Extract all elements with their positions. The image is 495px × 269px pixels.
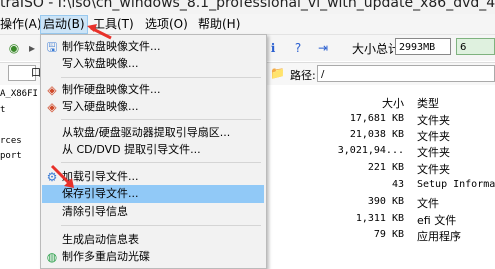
menu-item-write-floppy-image[interactable]: 写入软盘映像... — [42, 55, 264, 73]
file-row-size: 21,038 KB — [349, 129, 404, 140]
file-row-type: 文件夹 — [417, 114, 450, 127]
file-row-size: 390 KB — [367, 196, 404, 207]
boot-menu-dropdown: 🖫 制作软盘映像文件... 写入软盘映像... ◈ 制作硬盘映像文件... ◈ … — [40, 34, 267, 269]
tree-item[interactable]: port — [0, 151, 22, 161]
menu-help[interactable]: 帮助(H) — [198, 16, 240, 32]
menu-item-generate-boot-info-table[interactable]: 生成启动信息表 — [42, 231, 264, 249]
menu-item-clear-boot-info[interactable]: 清除引导信息 — [42, 203, 264, 221]
file-row-type: 文件夹 — [417, 130, 450, 143]
open-icon[interactable]: ▸ — [25, 41, 39, 55]
menu-bar: 操作(A) 启动(B) 工具(T) 选项(O) 帮助(H) — [0, 14, 495, 35]
title-bar: traISO - I:\iso\cn_windows_8.1_professio… — [0, 0, 495, 14]
menu-item-extract-boot-sector[interactable]: 从软盘/硬盘驱动器提取引导扇区... — [42, 124, 264, 142]
help-icon[interactable]: ? — [291, 41, 305, 55]
file-row-type: efi 文件 — [417, 214, 457, 227]
file-row-type: 文件 — [417, 197, 439, 210]
menu-item-make-hdd-image[interactable]: ◈ 制作硬盘映像文件... — [42, 81, 264, 99]
left-path-field[interactable]: 口 — [8, 65, 41, 81]
menu-item-make-multiboot-disc[interactable]: ◍ 制作多重启动光碟 — [42, 248, 264, 266]
file-row-size: 43 — [391, 179, 404, 190]
path-field[interactable]: / — [317, 65, 495, 82]
column-header-size[interactable]: 大小 — [265, 95, 404, 111]
tree-pane: A_X86FI t rces port — [0, 85, 41, 267]
annotation-arrow-icon — [87, 24, 112, 40]
file-row-size: 3,021,94... — [337, 145, 404, 156]
new-icon[interactable]: ◉ — [7, 41, 21, 55]
menu-item-extract-boot-file[interactable]: 从 CD/DVD 提取引导文件... — [42, 141, 264, 159]
menu-item-write-hdd-image[interactable]: ◈ 写入硬盘映像... — [42, 98, 264, 116]
shield-icon: ◈ — [47, 100, 57, 114]
info-icon[interactable]: ℹ — [266, 41, 280, 55]
exit-icon[interactable]: ⇥ — [316, 41, 330, 55]
annotation-arrow-icon — [50, 164, 74, 188]
menu-separator — [61, 225, 261, 226]
menu-separator — [61, 119, 261, 120]
file-row-type: 应用程序 — [417, 230, 461, 243]
file-row-type: 文件夹 — [417, 146, 450, 159]
folder-icon: 📁 — [270, 66, 285, 80]
tree-item[interactable]: rces — [0, 136, 22, 146]
file-row-size: 17,681 KB — [349, 113, 404, 124]
menu-options[interactable]: 选项(O) — [145, 16, 188, 32]
path-label: 路径: — [290, 69, 316, 82]
file-row-type: 文件夹 — [417, 163, 450, 176]
tree-item[interactable]: A_X86FI — [0, 89, 38, 99]
size-total-field: 2993MB — [395, 38, 451, 55]
floppy-icon: 🖫 — [46, 40, 58, 54]
file-row-size: 221 KB — [367, 162, 404, 173]
file-row-type: Setup Informat — [417, 179, 495, 190]
shield-icon: ◈ — [47, 83, 57, 97]
file-row-size: 1,311 KB — [355, 213, 404, 224]
capacity-bar: 6 — [456, 38, 495, 55]
menu-action[interactable]: 操作(A) — [0, 16, 42, 32]
menu-item-make-floppy-image[interactable]: 🖫 制作软盘映像文件... — [42, 38, 264, 56]
tree-item[interactable]: t — [0, 105, 5, 115]
menu-separator — [61, 77, 261, 78]
file-row-size: 79 KB — [373, 229, 404, 240]
column-header-type[interactable]: 类型 — [417, 95, 439, 111]
window-title: traISO - I:\iso\cn_windows_8.1_professio… — [0, 0, 495, 11]
menu-separator — [61, 162, 261, 163]
disc-icon: ◍ — [46, 250, 58, 264]
menu-boot[interactable]: 启动(B) — [40, 15, 88, 34]
